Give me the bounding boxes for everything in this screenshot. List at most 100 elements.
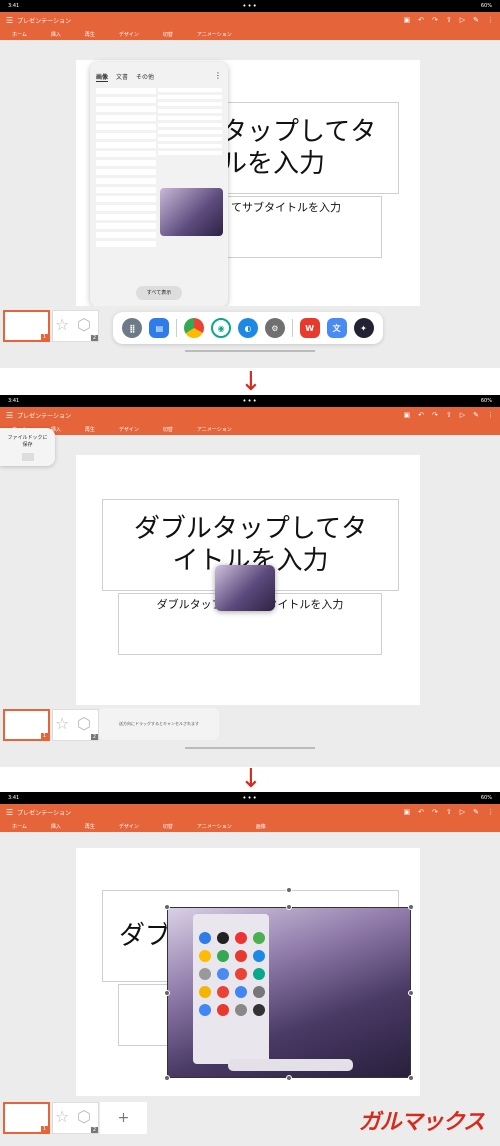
multiwindow-dots-icon[interactable]: ••• — [242, 794, 257, 802]
dragged-image-thumbnail[interactable] — [215, 565, 275, 611]
file-dock-icon[interactable]: ▤ — [149, 318, 170, 338]
tab-image[interactable]: 画像 — [256, 823, 266, 830]
down-arrow-icon: ↓ — [240, 367, 262, 397]
popup-tab-docs[interactable]: 文書 — [116, 72, 128, 82]
edit-icon[interactable]: ✎ — [473, 808, 479, 816]
redo-icon[interactable]: ↷ — [432, 16, 438, 24]
hamburger-menu-icon[interactable]: ☰ — [6, 411, 13, 420]
game-app-icon[interactable]: ✦ — [353, 318, 374, 338]
home-indicator[interactable] — [185, 350, 315, 352]
resize-handle-s[interactable] — [286, 1075, 292, 1081]
status-bar: 3:41 ••• 60% — [0, 0, 500, 12]
subtitle-text: てサブタイトルを入力 — [231, 201, 341, 214]
tab-design[interactable]: デザイン — [119, 823, 139, 830]
resize-handle-ne[interactable] — [408, 904, 414, 910]
more-icon[interactable]: ⋮ — [487, 16, 494, 24]
add-slide-button[interactable]: + — [100, 1102, 147, 1134]
tab-transition[interactable]: 切替 — [163, 426, 173, 433]
titlebar-actions: ▣ ↶ ↷ ⇧ ▷ ✎ ⋮ — [403, 808, 494, 816]
resize-handle-n[interactable] — [286, 904, 292, 910]
resize-handle-nw[interactable] — [164, 904, 170, 910]
save-icon[interactable]: ▣ — [403, 411, 410, 419]
share-icon[interactable]: ⇧ — [446, 16, 452, 24]
slide-thumb-2[interactable]: ☆ ⬡ 2 — [52, 310, 99, 342]
slide-thumb-2[interactable]: ☆ ⬡ 2 — [52, 709, 99, 741]
slide-thumb-1[interactable]: 1 — [3, 1102, 50, 1134]
tab-design[interactable]: デザイン — [119, 31, 139, 38]
resize-handle-w[interactable] — [164, 990, 170, 996]
resize-handle-e[interactable] — [408, 990, 414, 996]
save-icon[interactable]: ▣ — [403, 808, 410, 816]
document-thumbnail-2[interactable] — [158, 88, 222, 158]
tab-transition[interactable]: 切替 — [163, 823, 173, 830]
slide-number: 1 — [40, 733, 48, 739]
tab-play[interactable]: 再生 — [85, 823, 95, 830]
popup-tab-images[interactable]: 画像 — [96, 72, 109, 82]
titlebar-actions: ▣ ↶ ↷ ⇧ ▷ ✎ ⋮ — [403, 16, 494, 24]
play-icon[interactable]: ▷ — [460, 808, 465, 816]
popup-tab-other[interactable]: その他 — [136, 72, 154, 82]
tab-transition[interactable]: 切替 — [163, 31, 173, 38]
slide-thumb-2[interactable]: ☆ ⬡ 2 — [52, 1102, 99, 1134]
play-icon[interactable]: ▷ — [460, 411, 465, 419]
title-placeholder[interactable]: タップしてタ ルを入力 — [216, 102, 399, 194]
slide-thumb-1[interactable]: 1 — [3, 310, 50, 342]
app-drawer-icon[interactable]: ⣿ — [122, 318, 143, 338]
redo-icon[interactable]: ↷ — [432, 808, 438, 816]
save-to-file-dock-target[interactable]: ファイルドックに 保存 — [0, 428, 55, 466]
rotate-handle[interactable] — [286, 887, 292, 893]
multiwindow-dots-icon[interactable]: ••• — [242, 397, 257, 405]
undo-icon[interactable]: ↶ — [418, 411, 424, 419]
file-dock-popup[interactable]: 画像 文書 その他 ⋮ すべて表示 — [90, 62, 228, 307]
edit-icon[interactable]: ✎ — [473, 411, 479, 419]
home-indicator[interactable] — [185, 747, 315, 749]
tab-animation[interactable]: アニメーション — [197, 823, 232, 830]
undo-icon[interactable]: ↶ — [418, 16, 424, 24]
more-icon[interactable]: ⋮ — [487, 808, 494, 816]
popup-more-icon[interactable]: ⋮ — [214, 71, 222, 80]
wps-office-icon[interactable]: W — [299, 318, 320, 338]
tab-animation[interactable]: アニメーション — [197, 426, 232, 433]
subtitle-placeholder[interactable]: てサブタイトルを入力 — [226, 196, 382, 258]
chrome-icon[interactable] — [184, 318, 205, 338]
star-shape-icon: ☆ — [55, 315, 70, 334]
tab-animation[interactable]: アニメーション — [197, 31, 232, 38]
edit-icon[interactable]: ✎ — [473, 16, 479, 24]
tab-home[interactable]: ホーム — [12, 31, 27, 38]
tab-play[interactable]: 再生 — [85, 31, 95, 38]
hamburger-menu-icon[interactable]: ☰ — [6, 808, 13, 817]
translate-icon[interactable]: 文 — [326, 318, 347, 338]
slide-number: 2 — [90, 1127, 98, 1133]
tab-insert[interactable]: 挿入 — [51, 31, 61, 38]
tab-design[interactable]: デザイン — [119, 426, 139, 433]
tab-play[interactable]: 再生 — [85, 426, 95, 433]
status-time: 3:41 — [8, 398, 20, 404]
slide-thumb-1[interactable]: 1 — [3, 709, 50, 741]
screenshot-panel-3: 3:41 ••• 60% ☰ プレゼンテーション ▣ ↶ ↷ ⇧ ▷ ✎ ⋮ ホ… — [0, 792, 500, 1146]
tab-insert[interactable]: 挿入 — [51, 823, 61, 830]
dock-divider — [291, 319, 293, 337]
slide-number: 1 — [40, 1126, 48, 1132]
screenshot-thumbnail[interactable] — [160, 188, 223, 236]
play-icon[interactable]: ▷ — [460, 16, 465, 24]
camera-icon[interactable]: ◉ — [211, 318, 232, 338]
share-icon[interactable]: ⇧ — [446, 411, 452, 419]
settings-gear-icon[interactable]: ⚙ — [264, 318, 285, 338]
save-icon[interactable]: ▣ — [403, 16, 410, 24]
tab-home[interactable]: ホーム — [12, 823, 27, 830]
more-icon[interactable]: ⋮ — [487, 411, 494, 419]
resize-handle-se[interactable] — [408, 1075, 414, 1081]
redo-icon[interactable]: ↷ — [432, 411, 438, 419]
title-text-line1: タップしてタ — [221, 117, 377, 147]
document-thumbnail[interactable] — [96, 88, 156, 318]
hamburger-menu-icon[interactable]: ☰ — [6, 16, 13, 25]
app-titlebar: ☰ プレゼンテーション ▣ ↶ ↷ ⇧ ▷ ✎ ⋮ — [0, 12, 500, 28]
resize-handle-sw[interactable] — [164, 1075, 170, 1081]
undo-icon[interactable]: ↶ — [418, 808, 424, 816]
inserted-screenshot-image[interactable] — [167, 907, 411, 1078]
share-icon[interactable]: ⇧ — [446, 808, 452, 816]
multiwindow-dots-icon[interactable]: ••• — [242, 2, 257, 10]
gallery-icon[interactable]: ◐ — [237, 318, 258, 338]
app-title: プレゼンテーション — [17, 17, 72, 25]
show-all-button[interactable]: すべて表示 — [136, 286, 182, 300]
